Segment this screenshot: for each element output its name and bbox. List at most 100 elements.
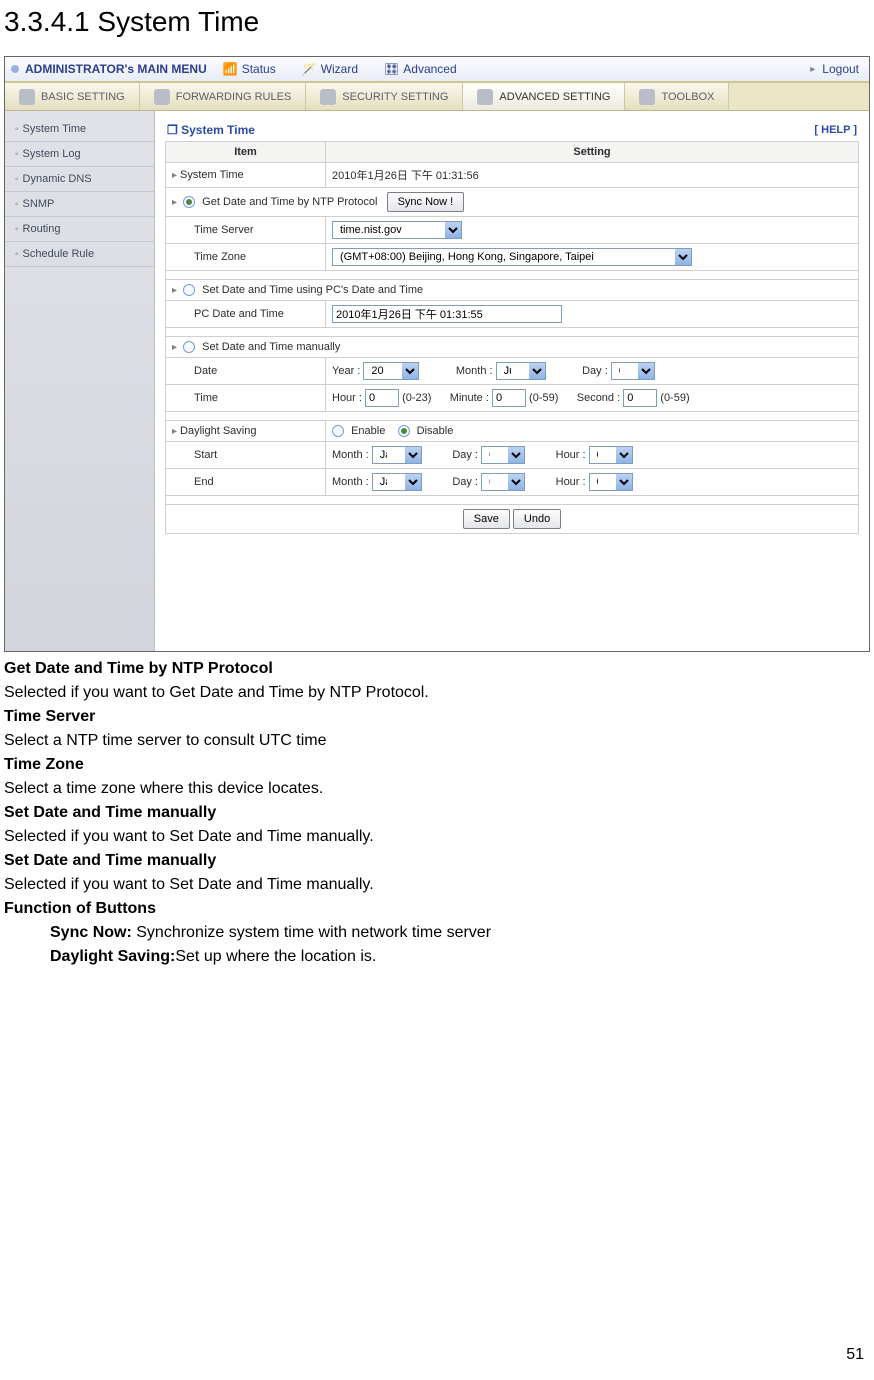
start-month-select[interactable]: Jan [372,446,422,464]
row-time-zone-value: (GMT+08:00) Beijing, Hong Kong, Singapor… [326,244,859,271]
page-number: 51 [846,1346,864,1364]
ntp-label: Get Date and Time by NTP Protocol [202,196,377,208]
th-item: Item [166,142,326,163]
minute-label: Minute : [450,392,489,404]
second-label: Second : [577,392,620,404]
save-button[interactable]: Save [463,509,510,529]
time-zone-select[interactable]: (GMT+08:00) Beijing, Hong Kong, Singapor… [332,248,692,266]
day-label: Day : [582,365,608,377]
ds-day-label-1: Day : [452,449,478,461]
h-buttons: Function of Buttons [4,900,870,918]
tab-toolbox[interactable]: TOOLBOX [625,83,729,110]
tab-advanced-setting[interactable]: ADVANCED SETTING [463,83,625,110]
row-pc-date-label: PC Date and Time [166,301,326,328]
basic-icon [19,89,35,105]
tab-security-setting[interactable]: SECURITY SETTING [306,83,463,110]
tab-forwarding-rules[interactable]: FORWARDING RULES [140,83,307,110]
second-range: (0-59) [660,392,689,404]
manual-label: Set Date and Time manually [202,341,340,353]
wizard-icon: 🪄 [302,62,317,76]
year-label: Year : [332,365,360,377]
radio-ntp[interactable] [183,196,195,208]
sidebar-item-system-time[interactable]: System Time [5,117,154,142]
h-timeserver: Time Server [4,708,870,726]
p-ntp: Selected if you want to Get Date and Tim… [4,684,870,702]
sidebar-item-dynamic-dns[interactable]: Dynamic DNS [5,167,154,192]
minute-input[interactable] [492,389,526,407]
disable-label: Disable [417,425,454,437]
row-ntp: ▸ Get Date and Time by NTP Protocol Sync… [166,188,859,217]
undo-button[interactable]: Undo [513,509,561,529]
row-start-label: Start [166,442,326,469]
sidebar-item-schedule-rule[interactable]: Schedule Rule [5,242,154,267]
row-system-time-value: 2010年1月26日 下午 01:31:56 [326,163,859,188]
th-setting: Setting [326,142,859,163]
radio-enable[interactable] [332,425,344,437]
forwarding-icon [154,89,170,105]
start-day-select[interactable]: 01 [481,446,525,464]
sidebar-item-system-log[interactable]: System Log [5,142,154,167]
end-hour-select[interactable]: 00 [589,473,633,491]
panel-header: ❐ System Time [ HELP ] [165,119,859,141]
radio-disable[interactable] [398,425,410,437]
sidebar-item-routing[interactable]: Routing [5,217,154,242]
row-end-label: End [166,469,326,496]
month-select[interactable]: Jun [496,362,546,380]
year-select[interactable]: 2009 [363,362,419,380]
row-time-server-label: Time Server [166,217,326,244]
main-split: System Time System Log Dynamic DNS SNMP … [5,111,869,651]
row-system-time-label: ▸System Time [166,163,326,188]
top-menu-bar: ADMINISTRATOR's MAIN MENU 📶Status 🪄Wizar… [5,57,869,83]
radio-pc-time[interactable] [183,284,195,296]
admin-main-menu: ADMINISTRATOR's MAIN MENU [25,62,207,76]
page-title: 3.3.4.1 System Time [0,6,874,38]
time-server-select[interactable]: time.nist.gov [332,221,462,239]
help-link[interactable]: [ HELP ] [814,124,857,136]
p-timezone: Select a time zone where this device loc… [4,780,870,798]
ds-hour-label-2: Hour : [556,476,586,488]
hour-label: Hour : [332,392,362,404]
row-time-zone-label: Time Zone [166,244,326,271]
menu-advanced[interactable]: 🎛Advanced [384,62,457,76]
chevron-right-icon: ▸ [810,64,815,75]
h-timezone: Time Zone [4,756,870,774]
menu-status[interactable]: 📶Status [223,62,276,76]
hour-input[interactable] [365,389,399,407]
advanced-tab-icon [477,89,493,105]
content-panel: ❐ System Time [ HELP ] Item Setting ▸Sys… [155,111,869,651]
row-pc-time: ▸ Set Date and Time using PC's Date and … [166,280,859,301]
status-icon: 📶 [223,62,238,76]
h-manual2: Set Date and Time manually [4,852,870,870]
h-ntp: Get Date and Time by NTP Protocol [4,660,870,678]
h-manual1: Set Date and Time manually [4,804,870,822]
tab-basic-setting[interactable]: BASIC SETTING [5,83,140,110]
ds-month-label-2: Month : [332,476,369,488]
end-day-select[interactable]: 01 [481,473,525,491]
menu-wizard[interactable]: 🪄Wizard [302,62,358,76]
p-timeserver: Select a NTP time server to consult UTC … [4,732,870,750]
row-daylight-label: ▸Daylight Saving [166,421,326,442]
sidebar-item-snmp[interactable]: SNMP [5,192,154,217]
ds-day-label-2: Day : [452,476,478,488]
p-manual1: Selected if you want to Set Date and Tim… [4,828,870,846]
month-label: Month : [456,365,493,377]
day-select[interactable]: 01 [611,362,655,380]
row-time-label: Time [166,385,326,412]
pc-label: Set Date and Time using PC's Date and Ti… [202,284,423,296]
app-screenshot: ADMINISTRATOR's MAIN MENU 📶Status 🪄Wizar… [4,56,870,652]
row-time-server-value: time.nist.gov [326,217,859,244]
start-hour-select[interactable]: 00 [589,446,633,464]
pc-date-input[interactable] [332,305,562,323]
settings-table: Item Setting ▸System Time 2010年1月26日 下午 … [165,141,859,534]
minute-range: (0-59) [529,392,558,404]
end-month-select[interactable]: Jan [372,473,422,491]
tab-bar: BASIC SETTING FORWARDING RULES SECURITY … [5,83,869,111]
ds-month-label-1: Month : [332,449,369,461]
row-date-label: Date [166,358,326,385]
second-input[interactable] [623,389,657,407]
radio-manual[interactable] [183,341,195,353]
row-manual: ▸ Set Date and Time manually [166,337,859,358]
panel-title-text: ❐ System Time [167,123,255,137]
sync-now-button[interactable]: Sync Now ! [387,192,465,212]
menu-logout[interactable]: ▸Logout [800,62,869,76]
